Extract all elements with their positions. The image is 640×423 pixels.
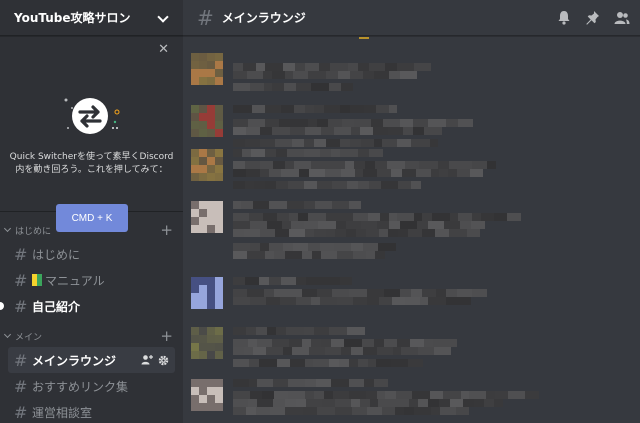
channel-header: # メインラウンジ	[183, 0, 640, 36]
beginner-mark-icon	[32, 274, 42, 286]
channel-list: はじめに + # はじめに # マニュアル # 自己紹介 メイン + # メイン…	[0, 213, 183, 423]
hash-icon: #	[14, 350, 28, 370]
quick-switcher-description: Quick Switcherを使って素早くDiscord内を動き回ろう。これを押…	[9, 152, 174, 175]
channel-name: 運営相談室	[32, 405, 93, 420]
channel-name: メインラウンジ	[32, 353, 117, 368]
channel-item-admin-consultation[interactable]: # 運営相談室	[8, 399, 175, 423]
channel-title: メインラウンジ	[221, 11, 306, 25]
channel-item-self-intro[interactable]: # 自己紹介	[0, 293, 175, 319]
channel-item-main-lounge[interactable]: # メインラウンジ	[8, 347, 175, 373]
category-header-main[interactable]: メイン +	[0, 325, 183, 347]
server-header[interactable]: YouTube攻略サロン	[0, 0, 183, 36]
close-icon[interactable]: ✕	[158, 43, 169, 56]
blurred-messages	[191, 37, 539, 415]
channel-name: 自己紹介	[32, 299, 81, 314]
chat-area: # メインラウンジ	[183, 0, 640, 423]
channel-name: はじめに	[32, 247, 81, 262]
hash-icon: #	[14, 376, 28, 396]
channel-item-recommended-links[interactable]: # おすすめリンク集	[8, 373, 175, 399]
channel-item-hajimeni[interactable]: # はじめに	[8, 241, 175, 267]
add-channel-icon[interactable]: +	[160, 328, 173, 344]
category-label: はじめに	[15, 226, 52, 237]
server-name: YouTube攻略サロン	[14, 11, 131, 25]
channel-name: おすすめリンク集	[32, 379, 129, 394]
chevron-down-icon[interactable]	[4, 226, 12, 234]
hash-icon: #	[14, 270, 28, 290]
add-channel-icon[interactable]: +	[160, 222, 173, 238]
quick-switcher-card: ✕ Quick Switcherを使って素早くDiscord内を動き回ろう。これ…	[0, 36, 183, 232]
add-member-icon[interactable]	[141, 354, 153, 366]
unread-indicator	[0, 302, 4, 310]
members-icon[interactable]	[614, 11, 630, 25]
category-header-hajimeni[interactable]: はじめに +	[0, 219, 183, 241]
chevron-down-icon[interactable]	[157, 12, 169, 24]
hash-icon: #	[14, 402, 28, 422]
channel-sidebar: YouTube攻略サロン ✕ Quick Switcherを使って素早くDisc…	[0, 0, 183, 423]
channel-item-manual[interactable]: # マニュアル	[8, 267, 175, 293]
category-label: メイン	[15, 332, 43, 343]
channel-name: マニュアル	[45, 273, 105, 288]
bell-icon[interactable]	[557, 10, 571, 25]
hash-icon: #	[14, 296, 28, 316]
hash-icon: #	[197, 5, 214, 30]
hash-icon: #	[14, 244, 28, 264]
quick-switcher-illustration	[64, 98, 120, 134]
pin-icon[interactable]	[585, 10, 600, 25]
message-list	[183, 37, 640, 423]
chevron-down-icon[interactable]	[4, 332, 12, 340]
gear-icon[interactable]	[158, 355, 169, 366]
